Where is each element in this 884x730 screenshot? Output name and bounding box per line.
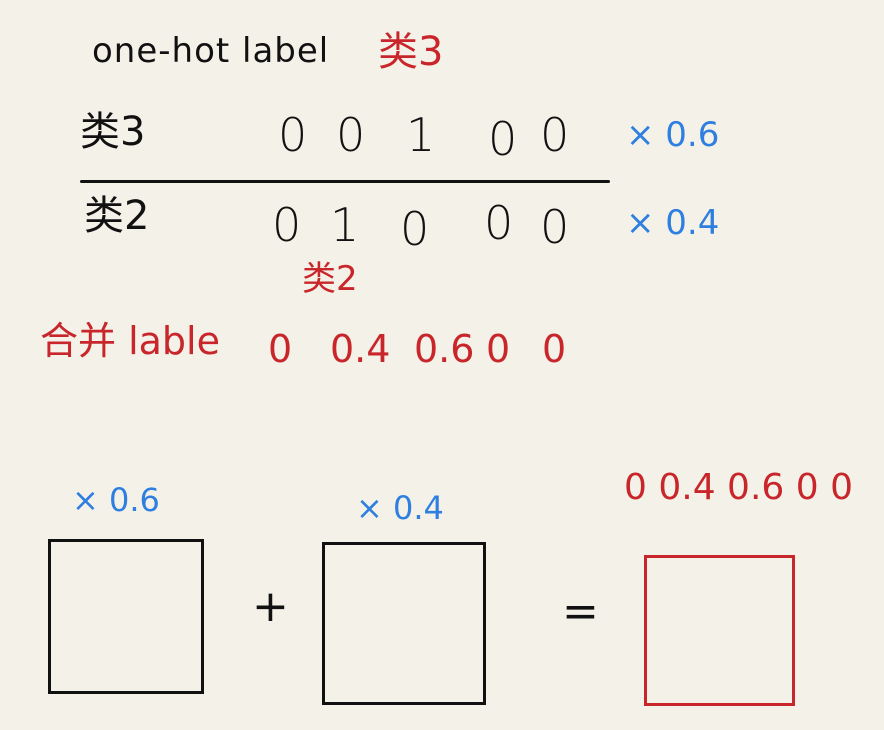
row2-bit-2: 1 xyxy=(330,198,360,252)
row1-bit-3: 1 xyxy=(406,108,436,162)
merged-value-4: 0 xyxy=(486,327,511,371)
left-image-box xyxy=(48,539,204,694)
right-image-box xyxy=(322,542,486,705)
row2-bit-5: 0 xyxy=(540,200,570,254)
row2-label: 类2 xyxy=(84,193,150,239)
merged-value-3: 0.6 xyxy=(414,327,475,371)
equals-sign: = xyxy=(562,586,599,637)
title-class-tag: 类3 xyxy=(378,29,444,75)
result-image-box xyxy=(644,555,795,706)
column-annotation: 类2 xyxy=(302,259,358,299)
row2-multiplier: × 0.4 xyxy=(626,203,720,243)
merged-value-1: 0 xyxy=(268,327,293,371)
result-values: 0 0.4 0.6 0 0 xyxy=(624,467,853,508)
row-divider xyxy=(80,180,610,183)
merged-label: 合并 lable xyxy=(40,319,220,363)
left-box-weight: × 0.6 xyxy=(72,481,160,519)
row2-bit-1: 0 xyxy=(272,198,302,252)
row1-label: 类3 xyxy=(80,109,146,155)
row1-bit-4: 0 xyxy=(488,112,518,166)
row1-bit-5: 0 xyxy=(540,108,570,162)
row1-multiplier: × 0.6 xyxy=(626,115,720,155)
right-box-weight: × 0.4 xyxy=(356,489,444,527)
row2-bit-3: 0 xyxy=(400,202,430,256)
plus-sign: + xyxy=(252,581,289,632)
row2-bit-4: 0 xyxy=(484,196,514,250)
diagram-title: one-hot label xyxy=(92,31,330,71)
row1-bit-2: 0 xyxy=(336,108,366,162)
merged-value-2: 0.4 xyxy=(330,327,391,371)
row1-bit-1: 0 xyxy=(278,108,308,162)
merged-value-5: 0 xyxy=(542,327,567,371)
